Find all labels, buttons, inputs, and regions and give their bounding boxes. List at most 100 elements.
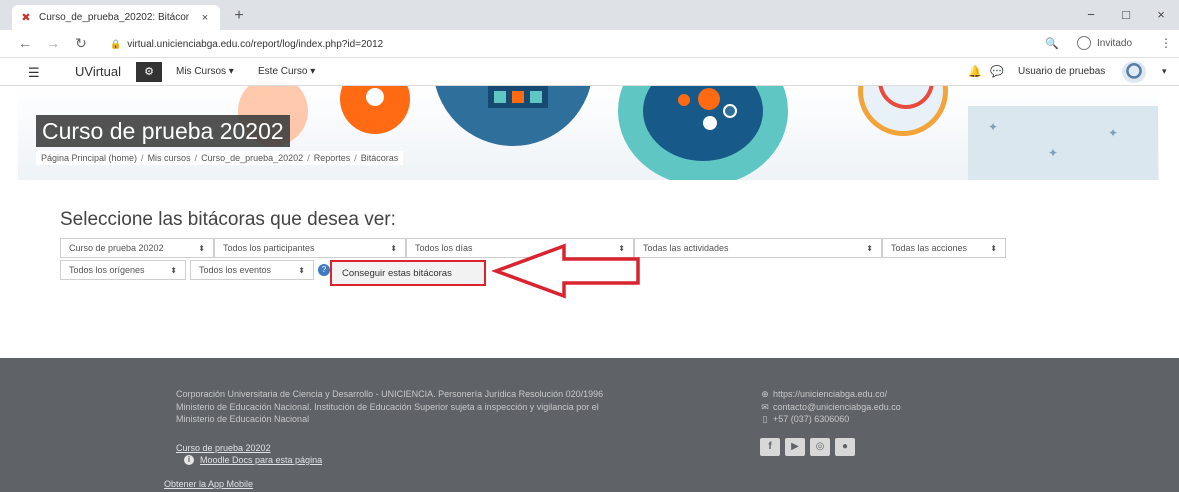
lock-icon: 🔒 — [110, 38, 122, 49]
browser-window: ✖ Curso_de_prueba_20202: Bitácor × + − □… — [0, 0, 1179, 492]
banner-decoration — [488, 86, 548, 108]
footer-email-text: contacto@unicienciabga.edu.co — [773, 401, 901, 412]
select-caret-icon: ⬍ — [866, 243, 873, 253]
breadcrumb-item-mis-cursos[interactable]: Mis cursos — [148, 153, 191, 163]
filter-row-2: Todos los orígenes ⬍ Todos los eventos ⬍ ? — [60, 260, 330, 280]
moodle-favicon-icon: ✖ — [21, 11, 31, 24]
youtube-icon[interactable]: ▶ — [785, 438, 805, 456]
get-logs-button[interactable]: Conseguir estas bitácoras — [330, 260, 486, 286]
profile-button[interactable]: Invitado — [1077, 36, 1132, 50]
course-select[interactable]: Curso de prueba 20202 ⬍ — [60, 238, 214, 258]
footer-contact: ⊕ https://unicienciabga.edu.co/ ✉ contacto… — [760, 388, 901, 426]
mobile-app-link[interactable]: Obtener la App Mobile — [164, 479, 253, 489]
select-caret-icon: ⬍ — [390, 243, 397, 253]
globe-icon: ⊕ — [761, 389, 769, 399]
close-window-button[interactable]: × — [1150, 7, 1172, 22]
back-arrow-icon[interactable]: ← — [16, 35, 34, 51]
notifications-bell-icon[interactable]: 🔔 — [968, 65, 982, 78]
banner-gear-icon — [340, 86, 410, 134]
profile-icon — [1077, 36, 1091, 50]
facebook-icon[interactable]: f — [760, 438, 780, 456]
site-navbar: ☰ UVirtual ⚙ Mis Cursos ▾ Este Curso ▾ 🔔… — [0, 58, 1179, 86]
banner-decoration: ✦ — [1048, 146, 1059, 160]
breadcrumb-separator: / — [354, 153, 357, 163]
events-select[interactable]: Todos los eventos ⬍ — [190, 260, 314, 280]
footer-course-link[interactable]: Curso de prueba 20202 — [176, 443, 271, 453]
red-arrow-annotation — [492, 243, 640, 299]
zoom-icon[interactable]: 🔍 — [1045, 37, 1059, 50]
days-select-value: Todos los días — [415, 243, 473, 253]
breadcrumb-separator: / — [194, 153, 198, 163]
course-select-value: Curso de prueba 20202 — [69, 243, 164, 253]
banner-decoration — [678, 94, 690, 106]
select-caret-icon: ⬍ — [198, 243, 205, 253]
events-select-value: Todos los eventos — [199, 265, 272, 275]
reload-icon[interactable]: ↻ — [72, 35, 90, 52]
footer-text-line: Corporación Universitaria de Ciencia y D… — [176, 389, 604, 399]
breadcrumb-item-course[interactable]: Curso_de_prueba_20202 — [201, 153, 303, 163]
maximize-button[interactable]: □ — [1115, 7, 1137, 22]
hamburger-menu-icon[interactable]: ☰ — [28, 65, 40, 81]
profile-label: Invitado — [1097, 37, 1133, 49]
breadcrumb: Página Principal (home) / Mis cursos / Curso… — [36, 151, 404, 165]
tab-close-icon[interactable]: × — [198, 12, 212, 24]
banner-decoration — [698, 88, 720, 110]
new-tab-button[interactable]: + — [230, 7, 248, 25]
user-name[interactable]: Usuario de pruebas — [1018, 66, 1105, 77]
instagram-icon[interactable]: ◎ — [810, 438, 830, 456]
menu-este-curso[interactable]: Este Curso ▾ — [258, 66, 315, 77]
help-icon[interactable]: ? — [318, 264, 330, 276]
address-bar-row: ← → ↻ 🔒 virtual.unicienciabga.edu.co/rep… — [0, 30, 1179, 58]
footer-email[interactable]: ✉ contacto@unicienciabga.edu.co — [760, 401, 901, 414]
footer-phone-text: +57 (037) 6306060 — [773, 414, 850, 424]
url-field[interactable]: 🔒 virtual.unicienciabga.edu.co/report/lo… — [110, 35, 1050, 53]
log-selection-heading: Seleccione las bitácoras que desea ver: — [60, 209, 396, 230]
tab-strip: ✖ Curso_de_prueba_20202: Bitácor × + − □… — [0, 0, 1179, 30]
user-menu-caret-icon[interactable]: ▾ — [1162, 66, 1167, 77]
banner-decoration: ✦ — [1108, 126, 1119, 140]
envelope-icon: ✉ — [761, 401, 769, 412]
footer-website-text: https://unicienciabga.edu.co/ — [773, 389, 888, 399]
social-links: f ▶ ◎ ● — [760, 438, 860, 456]
user-avatar[interactable] — [1122, 61, 1146, 83]
moodle-docs-link[interactable]: Moodle Docs para esta página — [200, 455, 322, 465]
banner-decoration — [723, 104, 737, 118]
forward-arrow-icon[interactable]: → — [44, 35, 62, 51]
activities-select-value: Todas las actividades — [643, 243, 729, 253]
participants-select-value: Todos los participantes — [223, 243, 315, 253]
browser-menu-icon[interactable]: ⋮ — [1160, 36, 1172, 50]
browser-tab[interactable]: ✖ Curso_de_prueba_20202: Bitácor × — [12, 5, 220, 30]
phone-icon: ▯ — [762, 414, 768, 424]
site-footer: Corporación Universitaria de Ciencia y D… — [0, 358, 1179, 492]
activities-select[interactable]: Todas las actividades ⬍ — [634, 238, 882, 258]
menu-mis-cursos[interactable]: Mis Cursos ▾ — [176, 66, 234, 77]
origins-select[interactable]: Todos los orígenes ⬍ — [60, 260, 186, 280]
banner-decoration — [968, 106, 1158, 180]
footer-phone: ▯ +57 (037) 6306060 — [760, 413, 901, 426]
footer-website[interactable]: ⊕ https://unicienciabga.edu.co/ — [760, 388, 901, 401]
info-icon: i — [184, 455, 194, 465]
select-caret-icon: ⬍ — [170, 265, 177, 275]
participants-select[interactable]: Todos los participantes ⬍ — [214, 238, 406, 258]
footer-text-line: Ministerio de Educación Nacional — [176, 414, 310, 424]
select-caret-icon: ⬍ — [990, 243, 997, 253]
breadcrumb-item-bitacoras: Bitácoras — [360, 153, 399, 163]
chat-icon[interactable]: ● — [835, 438, 855, 456]
url-text: virtual.unicienciabga.edu.co/report/log/… — [127, 38, 384, 50]
settings-cog-icon[interactable]: ⚙ — [136, 62, 162, 82]
messages-icon[interactable]: 💬 — [990, 65, 1004, 78]
banner-decoration — [703, 116, 717, 130]
page-title: Curso de prueba 20202 — [36, 115, 290, 147]
footer-institution-text: Corporación Universitaria de Ciencia y D… — [176, 388, 736, 426]
select-caret-icon: ⬍ — [298, 265, 305, 275]
minimize-button[interactable]: − — [1080, 7, 1102, 22]
tab-title: Curso_de_prueba_20202: Bitácor — [39, 12, 190, 23]
origins-select-value: Todos los orígenes — [69, 265, 145, 275]
site-brand[interactable]: UVirtual — [75, 64, 121, 79]
actions-select[interactable]: Todas las acciones ⬍ — [882, 238, 1006, 258]
breadcrumb-separator: / — [141, 153, 144, 163]
actions-select-value: Todas las acciones — [891, 243, 968, 253]
footer-text-line: Ministerio de Educación Nacional. Instit… — [176, 401, 599, 412]
breadcrumb-item-reportes[interactable]: Reportes — [314, 153, 351, 163]
breadcrumb-item-home[interactable]: Página Principal (home) — [41, 153, 137, 163]
